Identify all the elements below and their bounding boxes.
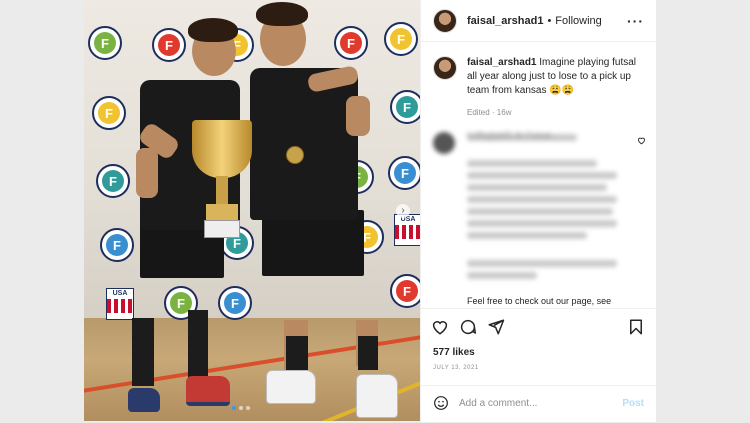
avatar[interactable] bbox=[433, 56, 457, 80]
sponsor-logo: F bbox=[390, 90, 420, 124]
likes-count[interactable]: 577 likes bbox=[433, 347, 475, 358]
bookmark-icon[interactable] bbox=[627, 318, 645, 336]
edited-label: Edited · 16w bbox=[467, 108, 512, 117]
logo-letter: F bbox=[224, 292, 246, 314]
blurred-comment: lcdfbgljabl5 dc Faisal, bbox=[433, 128, 647, 308]
sponsor-logo: F bbox=[152, 28, 186, 62]
carousel-next-button[interactable]: › bbox=[396, 204, 410, 218]
logo-letter: F bbox=[94, 32, 116, 54]
sponsor-logo: F bbox=[92, 96, 126, 130]
logo-letter: F bbox=[106, 234, 128, 256]
logo-letter: F bbox=[390, 28, 412, 50]
carousel-dots bbox=[232, 406, 250, 410]
caption-username[interactable]: faisal_arshad1 bbox=[467, 57, 537, 68]
separator: • bbox=[547, 14, 552, 27]
more-icon[interactable]: ··· bbox=[627, 13, 644, 29]
sponsor-logo: F bbox=[96, 164, 130, 198]
logo-letter: F bbox=[340, 32, 362, 54]
logo-letter: F bbox=[396, 96, 418, 118]
comment-box: Add a comment... Post bbox=[421, 385, 656, 423]
follow-status[interactable]: Following bbox=[555, 15, 601, 27]
emoji-icon[interactable] bbox=[433, 395, 449, 411]
sponsor-logo: F bbox=[88, 26, 122, 60]
sponsor-logo: F bbox=[390, 274, 420, 308]
sponsor-logo: F bbox=[388, 156, 420, 190]
logo-letter: F bbox=[158, 34, 180, 56]
comment-input[interactable]: Add a comment... bbox=[459, 398, 537, 409]
logo-letter: F bbox=[396, 280, 418, 302]
comment-username: lcdfbgljabl5 dc Faisal, bbox=[467, 130, 554, 140]
usa-label: USA bbox=[112, 290, 128, 297]
comment-icon[interactable] bbox=[459, 318, 477, 336]
post-header: faisal_arshad1 • Following ··· bbox=[421, 0, 656, 42]
logo-letter: F bbox=[394, 162, 416, 184]
post-date: JULY 13, 2021 bbox=[433, 365, 479, 371]
sponsor-logo: F bbox=[100, 228, 134, 262]
heart-icon[interactable] bbox=[431, 318, 449, 336]
header-username[interactable]: faisal_arshad1 bbox=[467, 15, 543, 27]
usa-logo: USA bbox=[106, 288, 134, 320]
share-icon[interactable] bbox=[487, 318, 505, 336]
post-modal: F F F F F F F F F F F F F F F F USA USA bbox=[84, 0, 656, 422]
logo-letter: F bbox=[98, 102, 120, 124]
action-bar: 577 likes JULY 13, 2021 Add a comment...… bbox=[421, 308, 656, 422]
comment-preview: Feel free to check out our page, see bbox=[467, 296, 612, 306]
post-photo[interactable]: F F F F F F F F F F F F F F F F USA USA bbox=[84, 0, 420, 421]
usa-logo: USA bbox=[394, 214, 420, 246]
heart-small-icon[interactable] bbox=[637, 136, 646, 147]
sponsor-logo: F bbox=[334, 26, 368, 60]
avatar[interactable] bbox=[433, 8, 457, 33]
sponsor-logo: F bbox=[384, 22, 418, 56]
caption: faisal_arshad1 Imagine playing futsal al… bbox=[433, 56, 647, 120]
logo-letter: F bbox=[102, 170, 124, 192]
post-sidebar: faisal_arshad1 • Following ··· faisal_ar… bbox=[420, 0, 656, 422]
sponsor-logo: F bbox=[218, 286, 252, 320]
post-button[interactable]: Post bbox=[622, 398, 644, 409]
